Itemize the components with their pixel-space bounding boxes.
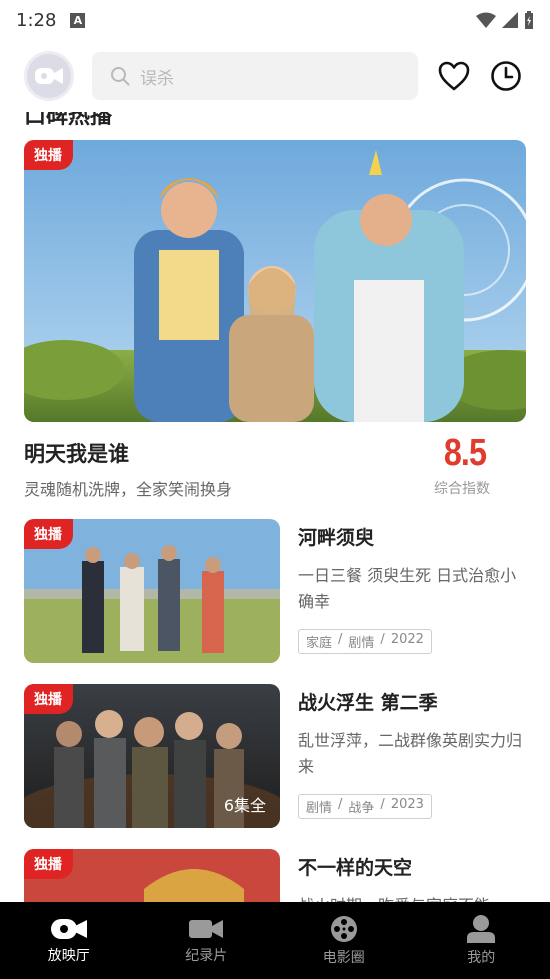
- cinema-icon: [50, 918, 87, 939]
- card-description: 乱世浮萍，二战群像英剧实力归来: [298, 731, 523, 776]
- tag-year: 2023: [390, 797, 424, 812]
- tab-label: 纪录片: [185, 947, 228, 964]
- card-thumbnail[interactable]: 独播: [24, 849, 280, 902]
- tab-label: 放映厅: [47, 947, 90, 964]
- search-placeholder: 误杀: [140, 68, 174, 89]
- favorites-button[interactable]: [436, 58, 472, 94]
- search-input[interactable]: 误杀: [92, 52, 418, 100]
- bottom-tab-bar: 放映厅 纪录片 电影圈 我的: [0, 902, 550, 979]
- list-item[interactable]: 独播 河畔须臾 一日三餐 须臾生死 日式治愈小确幸 家庭 / 剧情 / 2022: [24, 519, 526, 663]
- battery-icon: [525, 11, 533, 29]
- tab-film-circle[interactable]: 电影圈: [275, 902, 413, 979]
- tab-mine[interactable]: 我的: [413, 902, 550, 979]
- tag-separator: /: [338, 797, 343, 812]
- card-title[interactable]: 战火浮生 第二季: [298, 688, 438, 715]
- top-bar: 误杀: [0, 40, 550, 112]
- notification-icon: A: [70, 12, 86, 28]
- signal-icon: [502, 12, 518, 28]
- clock-icon: [491, 61, 521, 91]
- tab-documentary[interactable]: 纪录片: [138, 902, 276, 979]
- wifi-icon: [476, 12, 496, 28]
- hero-score: 8.5: [443, 432, 487, 474]
- content-feed[interactable]: 口碑热播 独播 明天我是谁 灵魂随机洗牌，全家笑闹换身 8.5 综合指数 独播 …: [0, 112, 550, 902]
- exclusive-badge: 独播: [24, 140, 73, 170]
- hero-score-label: 综合指数: [434, 481, 490, 497]
- exclusive-badge: 独播: [24, 849, 73, 879]
- search-icon: [111, 67, 130, 86]
- exclusive-badge: 独播: [24, 684, 73, 714]
- card-description: 一日三餐 须臾生死 日式治愈小确幸: [298, 566, 517, 611]
- film-reel-icon: [330, 915, 357, 942]
- card-title[interactable]: 不一样的天空: [298, 853, 412, 880]
- hero-description: 灵魂随机洗牌，全家笑闹换身: [24, 480, 233, 499]
- tag-year: 2022: [390, 632, 424, 647]
- status-icons: [476, 11, 534, 29]
- avatar[interactable]: [24, 51, 74, 101]
- card-description: 战火时期，昨爱与家庭不能: [298, 893, 526, 902]
- section-title: 口碑热播: [24, 112, 113, 129]
- card-tags: 家庭 / 剧情 / 2022: [298, 629, 432, 654]
- card-thumbnail[interactable]: 独播 6集全: [24, 684, 280, 828]
- heart-icon: [438, 61, 470, 91]
- hero-poster[interactable]: 独播: [24, 140, 526, 422]
- exclusive-badge: 独播: [24, 519, 73, 549]
- status-bar: 1:28 A: [0, 0, 550, 40]
- card-tags: 剧情 / 战争 / 2023: [298, 794, 432, 819]
- tag-separator: /: [380, 632, 385, 647]
- tag-genre: 家庭: [306, 636, 333, 651]
- card-thumbnail[interactable]: 独播: [24, 519, 280, 663]
- tag-genre: 剧情: [306, 801, 333, 816]
- tab-label: 我的: [467, 949, 496, 966]
- video-camera-icon: [189, 919, 224, 938]
- history-button[interactable]: [488, 58, 524, 94]
- hero-title[interactable]: 明天我是谁: [24, 438, 129, 468]
- tag-genre: 剧情: [348, 636, 375, 651]
- list-item[interactable]: 独播 不一样的天空 战火时期，昨爱与家庭不能: [24, 849, 526, 902]
- tag-genre: 战争: [348, 801, 375, 816]
- tab-cinema[interactable]: 放映厅: [0, 902, 138, 979]
- tab-label: 电影圈: [322, 949, 365, 966]
- list-item[interactable]: 独播 6集全 战火浮生 第二季 乱世浮萍，二战群像英剧实力归来 剧情 / 战争 …: [24, 684, 526, 828]
- card-title[interactable]: 河畔须臾: [298, 523, 374, 550]
- tag-separator: /: [380, 797, 385, 812]
- hero-image: [24, 140, 526, 422]
- camera-avatar-icon: [35, 68, 63, 84]
- episode-count: 6集全: [223, 796, 266, 815]
- tag-separator: /: [338, 632, 343, 647]
- status-time: 1:28: [16, 9, 57, 31]
- person-icon: [467, 914, 496, 943]
